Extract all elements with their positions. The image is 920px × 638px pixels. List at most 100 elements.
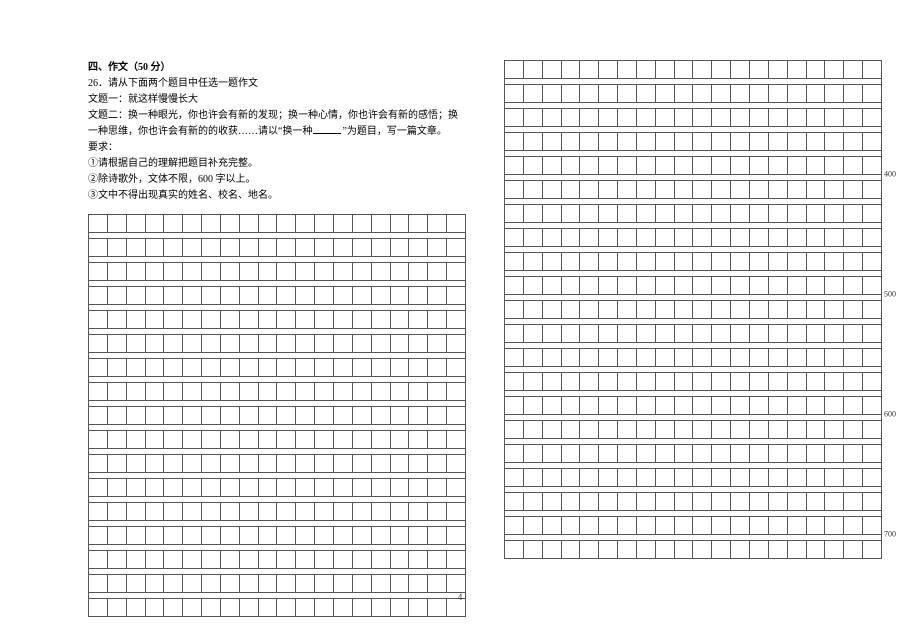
grid-cell: [333, 263, 352, 281]
grid-cell: [844, 229, 863, 247]
grid-cell: [277, 359, 296, 377]
grid-cell: [825, 325, 844, 343]
grid-cell: [768, 493, 787, 511]
grid-cell: [636, 397, 655, 415]
grid-cell: [428, 383, 447, 401]
grid-cell: [371, 431, 390, 449]
grid-cell: [693, 445, 712, 463]
grid-cell: [315, 359, 334, 377]
grid-cell: [505, 469, 524, 487]
grid-cell: [145, 479, 164, 497]
grid-cell: [844, 397, 863, 415]
grid-cell: [806, 205, 825, 223]
grid-cell: [164, 599, 183, 617]
grid-cell: [636, 277, 655, 295]
grid-cell: [542, 61, 561, 79]
grid-cell: [428, 311, 447, 329]
grid-cell: [863, 61, 882, 79]
grid-cell: [523, 85, 542, 103]
grid-cell: [447, 527, 466, 545]
grid-cell: [447, 383, 466, 401]
grid-cell: [296, 383, 315, 401]
grid-cell: [315, 455, 334, 473]
grid-cell: [825, 541, 844, 559]
grid-cell: [447, 287, 466, 305]
grid-cell: [580, 445, 599, 463]
grid-cell: [505, 517, 524, 535]
grid-cell: [523, 109, 542, 127]
grid-cell: [825, 229, 844, 247]
grid-cell: [107, 503, 126, 521]
grid-cell: [202, 503, 221, 521]
grid-cell: [825, 253, 844, 271]
grid-cell: [749, 61, 768, 79]
grid-cell: [164, 527, 183, 545]
grid-cell: [390, 503, 409, 521]
grid-cell: [239, 575, 258, 593]
grid-cell: [749, 325, 768, 343]
grid-cell: [371, 527, 390, 545]
grid-cell: [863, 445, 882, 463]
grid-cell: [409, 311, 428, 329]
grid-cell: [371, 215, 390, 233]
grid-cell: [202, 215, 221, 233]
grid-cell: [674, 205, 693, 223]
grid-cell: [655, 181, 674, 199]
grid-cell: [636, 349, 655, 367]
grid-cell: [258, 551, 277, 569]
grid-cell: [636, 493, 655, 511]
grid-cell: [863, 541, 882, 559]
grid-cell: [107, 599, 126, 617]
grid-cell: [89, 359, 108, 377]
grid-cell: [863, 181, 882, 199]
grid-cell: [618, 133, 637, 151]
grid-cell: [844, 61, 863, 79]
char-count-mark: 600: [884, 410, 896, 419]
grid-cell: [806, 61, 825, 79]
grid-cell: [561, 421, 580, 439]
grid-cell: [258, 359, 277, 377]
grid-cell: [371, 407, 390, 425]
grid-cell: [806, 301, 825, 319]
grid-cell: [390, 551, 409, 569]
grid-cell: [768, 181, 787, 199]
grid-cell: [126, 551, 145, 569]
grid-cell: [145, 551, 164, 569]
grid-cell: [428, 503, 447, 521]
grid-cell: [636, 205, 655, 223]
grid-cell: [258, 287, 277, 305]
grid-cell: [89, 575, 108, 593]
grid-cell: [863, 229, 882, 247]
grid-cell: [844, 373, 863, 391]
grid-cell: [599, 301, 618, 319]
grid-cell: [315, 215, 334, 233]
grid-cell: [749, 421, 768, 439]
grid-cell: [409, 575, 428, 593]
grid-cell: [731, 349, 750, 367]
grid-cell: [674, 85, 693, 103]
grid-cell: [523, 397, 542, 415]
grid-cell: [220, 527, 239, 545]
question-stem: 请从下面两个题目中任选一题作文: [108, 78, 258, 89]
grid-cell: [693, 493, 712, 511]
grid-cell: [768, 133, 787, 151]
grid-cell: [674, 277, 693, 295]
grid-cell: [352, 431, 371, 449]
grid-cell: [806, 349, 825, 367]
grid-cell: [202, 335, 221, 353]
grid-cell: [202, 575, 221, 593]
grid-cell: [655, 157, 674, 175]
grid-cell: [580, 301, 599, 319]
grid-cell: [561, 301, 580, 319]
grid-cell: [447, 335, 466, 353]
grid-cell: [599, 181, 618, 199]
left-column: 四、作文（50 分） 26．请从下面两个题目中任选一题作文 文题一：就这样慢慢长…: [88, 60, 466, 617]
grid-cell: [239, 431, 258, 449]
grid-cell: [561, 373, 580, 391]
manuscript-grid-left: [88, 214, 466, 617]
grid-cell: [674, 373, 693, 391]
grid-cell: [844, 541, 863, 559]
grid-cell: [580, 493, 599, 511]
grid-cell: [599, 253, 618, 271]
grid-cell: [561, 541, 580, 559]
